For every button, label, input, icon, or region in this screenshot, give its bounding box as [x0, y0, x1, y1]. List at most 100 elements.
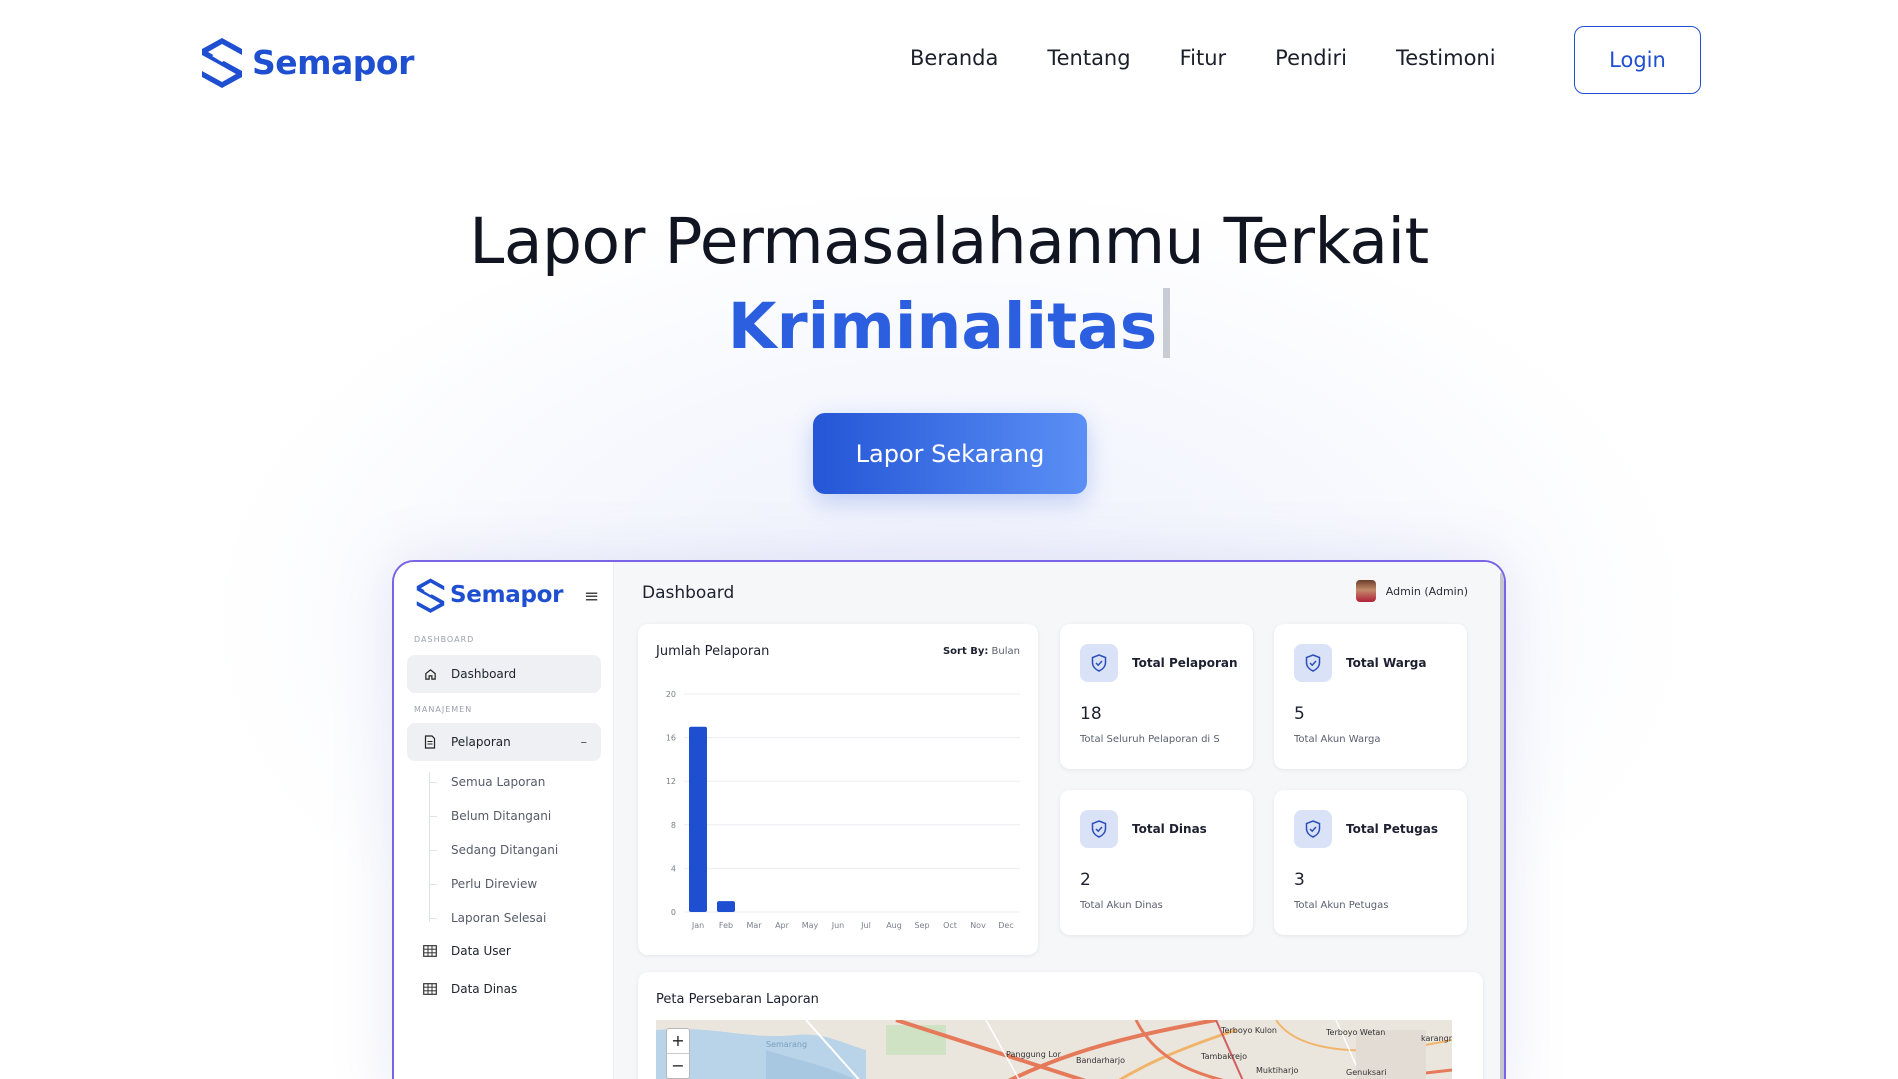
- home-icon: [423, 667, 437, 681]
- submenu-belum-ditangani[interactable]: Belum Ditangani: [451, 809, 551, 823]
- stat-card-total-dinas: Total Dinas 2 Total Akun Dinas: [1060, 790, 1253, 935]
- semapor-logo-icon: [202, 38, 242, 88]
- y-tick-label: 4: [671, 864, 676, 873]
- preview-sidebar: Semapor ≡ DASHBOARD Dashboard MANAJEMEN …: [394, 562, 614, 1079]
- submenu-sedang-ditangani[interactable]: Sedang Ditangani: [451, 843, 558, 857]
- submenu-guide-line: [429, 772, 430, 922]
- sort-value: Bulan: [991, 646, 1020, 657]
- map-label: Muktiharjo: [1256, 1066, 1299, 1075]
- nav-testimoni[interactable]: Testimoni: [1396, 46, 1496, 70]
- map-title: Peta Persebaran Laporan: [656, 992, 819, 1007]
- y-tick-label: 0: [671, 908, 676, 917]
- zoom-out-button[interactable]: −: [667, 1054, 689, 1078]
- x-tick-label: Mar: [746, 921, 762, 930]
- stat-desc: Total Akun Warga: [1294, 734, 1381, 745]
- stat-title: Total Petugas: [1346, 822, 1439, 836]
- table-icon: [423, 982, 437, 996]
- stat-value: 5: [1294, 704, 1305, 724]
- document-icon: [423, 735, 437, 749]
- map-label: Panggung Lor: [1006, 1050, 1061, 1059]
- y-tick-label: 12: [666, 777, 676, 786]
- stat-value: 18: [1080, 704, 1102, 724]
- x-tick-label: Sep: [914, 921, 929, 930]
- map-label: Genuksari: [1346, 1068, 1387, 1077]
- sidebar-item-data-dinas[interactable]: Data Dinas: [407, 970, 601, 1008]
- y-tick-label: 20: [666, 690, 676, 699]
- sort-label: Sort By:: [942, 646, 989, 657]
- scrollbar[interactable]: [1500, 572, 1504, 1079]
- submenu-laporan-selesai[interactable]: Laporan Selesai: [451, 911, 546, 925]
- stat-desc: Total Seluruh Pelaporan di S: [1080, 734, 1220, 745]
- map-label: karangr: [1421, 1034, 1452, 1043]
- submenu-tick: [429, 782, 437, 783]
- nav-tentang[interactable]: Tentang: [1047, 46, 1130, 70]
- shield-icon: [1080, 810, 1118, 848]
- sidebar-item-dashboard[interactable]: Dashboard: [407, 655, 601, 693]
- submenu-semua-laporan[interactable]: Semua Laporan: [451, 775, 545, 789]
- x-tick-label: Jan: [691, 921, 704, 930]
- brand-name: Semapor: [252, 42, 414, 82]
- map-view[interactable]: + − Semarang Panggung Lor Bandarharjo Ta…: [656, 1020, 1452, 1079]
- login-button[interactable]: Login: [1574, 26, 1701, 94]
- stat-desc: Total Akun Petugas: [1294, 900, 1389, 911]
- nav-beranda[interactable]: Beranda: [910, 46, 998, 70]
- map-zoom-control: + −: [666, 1028, 690, 1079]
- y-tick-label: 8: [671, 821, 676, 830]
- sort-dropdown[interactable]: Sort By: Bulan: [943, 646, 1020, 657]
- stat-value: 2: [1080, 870, 1091, 890]
- table-icon: [423, 944, 437, 958]
- nav-fitur[interactable]: Fitur: [1180, 46, 1227, 70]
- caption-dashboard: DASHBOARD: [414, 635, 475, 644]
- sidebar-item-data-user[interactable]: Data User: [407, 932, 601, 970]
- semapor-logo-icon: [416, 578, 445, 613]
- brand-logo[interactable]: Semapor: [198, 36, 414, 88]
- map-label: Tambakrejo: [1201, 1052, 1248, 1061]
- map-label: Terboyo Wetan: [1326, 1028, 1386, 1037]
- bar: [717, 901, 735, 912]
- x-tick-label: May: [802, 921, 819, 930]
- user-menu[interactable]: Admin (Admin): [1355, 580, 1468, 602]
- submenu-perlu-direview[interactable]: Perlu Direview: [451, 877, 537, 891]
- submenu-tick: [429, 816, 437, 817]
- caption-manajemen: MANAJEMEN: [414, 705, 473, 714]
- main-menu: Beranda Tentang Fitur Pendiri Testimoni: [910, 46, 1545, 70]
- hero-title: Lapor Permasalahanmu Terkait: [469, 205, 1429, 278]
- stat-title: Total Dinas: [1132, 822, 1207, 836]
- shield-icon: [1294, 810, 1332, 848]
- stat-card-total-petugas: Total Petugas 3 Total Akun Petugas: [1274, 790, 1467, 935]
- y-tick-label: 16: [666, 734, 676, 743]
- stat-title: Total Pelaporan: [1132, 656, 1238, 670]
- user-name: Admin (Admin): [1385, 584, 1468, 598]
- hamburger-menu-icon[interactable]: ≡: [584, 586, 599, 607]
- map-label: Terboyo Kulon: [1221, 1026, 1277, 1035]
- lapor-sekarang-button[interactable]: Lapor Sekarang: [813, 413, 1087, 494]
- page-title: Dashboard: [642, 583, 735, 603]
- submenu-tick: [429, 918, 437, 919]
- collapse-icon[interactable]: –: [581, 735, 588, 750]
- sidebar-label: Data User: [451, 944, 511, 958]
- map-label: Bandarharjo: [1076, 1056, 1125, 1065]
- nav-pendiri[interactable]: Pendiri: [1275, 46, 1347, 70]
- jumlah-pelaporan-card: Jumlah Pelaporan Sort By: Bulan 0 4 8 12 16 2…: [638, 624, 1038, 955]
- bar: [689, 726, 707, 912]
- submenu-tick: [429, 884, 437, 885]
- zoom-in-button[interactable]: +: [667, 1029, 689, 1054]
- x-tick-label: Jul: [860, 921, 871, 930]
- stat-title: Total Warga: [1346, 656, 1427, 670]
- preview-brand-name: Semapor: [450, 582, 564, 608]
- hero-title-highlight: Kriminalitas: [0, 288, 1898, 363]
- preview-logo: Semapor: [414, 577, 563, 613]
- peta-persebaran-card: Peta Persebaran Laporan + − Semarang Pan…: [638, 972, 1483, 1079]
- avatar: [1355, 580, 1376, 602]
- x-tick-label: Oct: [943, 921, 957, 930]
- x-tick-label: Apr: [775, 921, 790, 930]
- shield-icon: [1080, 644, 1118, 682]
- top-navbar: Semapor Beranda Tentang Fitur Pendiri Te…: [0, 0, 1898, 120]
- sidebar-item-pelaporan[interactable]: Pelaporan –: [407, 723, 601, 761]
- map-label: Semarang: [766, 1040, 808, 1049]
- dashboard-preview: Semapor ≡ DASHBOARD Dashboard MANAJEMEN …: [392, 560, 1506, 1079]
- x-tick-label: Aug: [886, 921, 902, 930]
- preview-main: Dashboard Admin (Admin) Jumlah Pelaporan…: [614, 562, 1504, 1079]
- x-tick-label: Nov: [970, 921, 986, 930]
- sidebar-label: Dashboard: [451, 667, 517, 681]
